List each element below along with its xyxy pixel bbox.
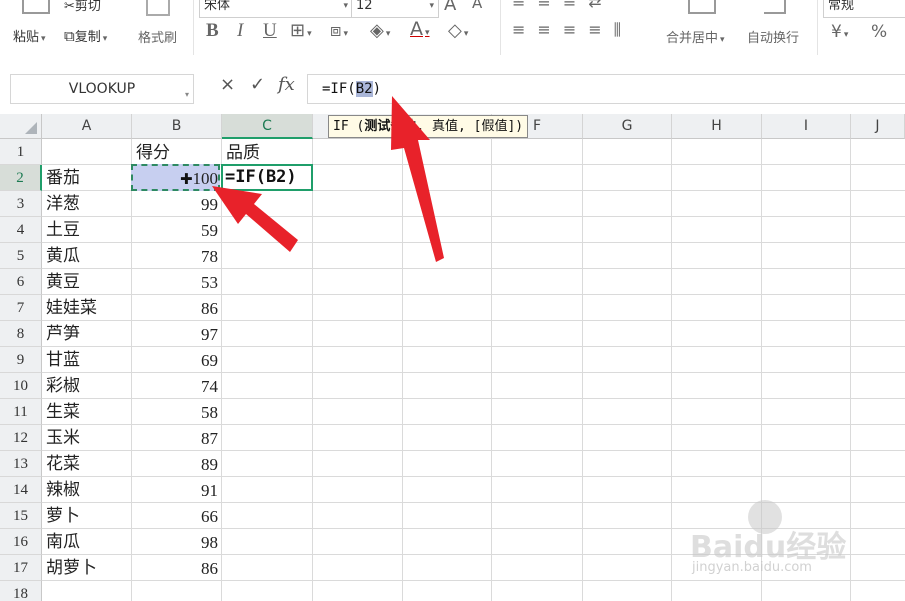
annotation-arrows — [212, 96, 444, 262]
red-arrow-down — [391, 96, 444, 262]
red-arrow-left — [212, 186, 298, 252]
